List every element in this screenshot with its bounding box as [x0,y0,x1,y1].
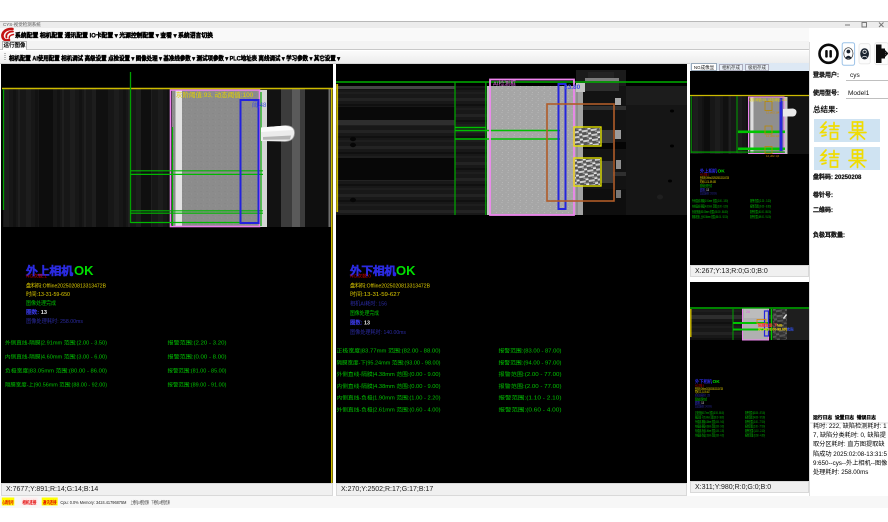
svg-text:内侧直线-隔膜|4.60mm 范围:(3.00 - 6.00: 内侧直线-隔膜|4.60mm 范围:(3.00 - 6.00) [692,203,728,208]
svg-text:报警范围:(2.00 - 77.00): 报警范围:(2.00 - 77.00) [499,370,562,378]
svg-text:正极宽度|83.77mm 范围:(82.00 - 88.00: 正极宽度|83.77mm 范围:(82.00 - 88.00) [337,347,441,355]
svg-text:上相机|U相检结果: 上相机|U相检结果 [131,499,150,506]
svg-text:12,d60.1|4: 12,d60.1|4 [766,134,780,138]
svg-text:盘料码:Offline2025020813313472B: 盘料码:Offline2025020813313472B [350,281,430,289]
svg-text:报警范围:(89.00 - 91.00): 报警范围:(89.00 - 91.00) [750,214,771,219]
svg-text:外侧直线-隔膜|4.38mm 范围:(0.00 - 9.00: 外侧直线-隔膜|4.38mm 范围:(0.00 - 9.00) [337,370,441,378]
svg-text:正极宽度|83.77mm 范围:(82.00 - 88.00: 正极宽度|83.77mm 范围:(82.00 - 88.00) [695,410,724,415]
svg-text:OK: OK [74,263,94,278]
svg-text:图像处理耗时: 140.00ms: 图像处理耗时: 140.00ms [350,328,406,336]
svg-text:报警范围:(1.10 - 2.10): 报警范围:(1.10 - 2.10) [745,428,765,433]
svg-text:总结果:: 总结果: [813,104,838,114]
svg-text:内侧直线-隔膜|4.60mm 范围:(3.00 - 6.00: 内侧直线-隔膜|4.60mm 范围:(3.00 - 6.00) [5,353,107,361]
svg-text:报警范围:(2.00 - 77.00): 报警范围:(2.00 - 77.00) [499,382,562,390]
svg-text:算法处理耗时: 206.03ms: 算法处理耗时: 206.03ms [700,191,717,196]
svg-text:报警范围:(94.00 - 97.00): 报警范围:(94.00 - 97.00) [745,415,765,420]
svg-text:图像处理完成: 图像处理完成 [350,309,379,317]
svg-text:内侧直线-隔膜|4.38mm 范围:(0.00 - 9.00: 内侧直线-隔膜|4.38mm 范围:(0.00 - 9.00) [337,382,441,390]
svg-text:OK: OK [396,263,416,278]
svg-text:OK: OK [713,379,721,385]
svg-text:内侧直线-负极|1.90mm 范围:(1.00 - 2.20: 内侧直线-负极|1.90mm 范围:(1.00 - 2.20) [695,428,724,433]
svg-text:盘料码: 20250208: 盘料码: 20250208 [813,173,862,181]
svg-text:相机AI耗时: 156: 相机AI耗时: 156 [350,300,387,308]
svg-text:算法处理耗时: 140.00ms: 算法处理耗时: 140.00ms [695,404,712,409]
svg-text:92.94(93.00-98.00)实际: 92.94(93.00-98.00)实际 [758,327,794,332]
svg-text:隔膜宽度-上|90.56mm 范围:(88.00 - 92.: 隔膜宽度-上|90.56mm 范围:(88.00 - 92.00) [692,214,728,219]
svg-text:12,d63.1|4: 12,d63.1|4 [766,111,780,115]
svg-text:隔膜宽度-下|95.24mm 范围:(93.00 - 98.: 隔膜宽度-下|95.24mm 范围:(93.00 - 98.00) [695,415,724,420]
svg-text:报警范围:(2.00 - 77.00): 报警范围:(2.00 - 77.00) [745,419,765,424]
svg-text:负极宽度|83.05mm 范围:(80.00 - 86.00: 负极宽度|83.05mm 范围:(80.00 - 86.00) [5,367,107,375]
svg-text:图像处理耗时: 258.00ms: 图像处理耗时: 258.00ms [26,317,83,325]
svg-text:AI检测框: AI检测框 [493,80,516,88]
svg-text:报警范围:(83.00 - 87.00): 报警范围:(83.00 - 87.00) [499,347,562,355]
svg-text:报警范围:(0.00 - 8.00): 报警范围:(0.00 - 8.00) [168,353,227,361]
svg-text:内侧直线-隔膜|4.38mm 范围:(0.00 - 9.00: 内侧直线-隔膜|4.38mm 范围:(0.00 - 9.00) [695,424,724,429]
svg-text:报警范围:(89.00 - 91.00): 报警范围:(89.00 - 91.00) [168,381,227,389]
svg-text:NG次数:1: NG次数:1 [26,273,47,280]
svg-text:运行日志 设置日志 错误日志: 运行日志 设置日志 错误日志 [813,414,876,421]
svg-text:负极宽度|83.05mm 范围:(80.00 - 86.00: 负极宽度|83.05mm 范围:(80.00 - 86.00) [692,209,728,214]
svg-text:报警范围:(0.60 - 4.00): 报警范围:(0.60 - 4.00) [499,405,562,413]
svg-text:心跳信号: 心跳信号 [2,499,14,506]
svg-text:系统配置 相机配置 通讯配置 IO卡配置 ▾ 光源控: 系统配置 相机配置 通讯配置 IO卡配置 ▾ 光源控制配置 ▾ 查看 ▾ 系统语… [15,32,214,40]
svg-text:Cpu: 0.0% Memory: 3424.4179687: Cpu: 0.0% Memory: 3424.41796875M [60,500,126,506]
svg-text:相机配置 AI使用配置 相机调试 高级设置 点检设置: 相机配置 AI使用配置 相机调试 高级设置 点检设置 ▾ 图像处理 ▾ 基准线参… [9,55,341,63]
svg-text:隔膜宽度-下|95.24mm 范围:(93.00 - 98.: 隔膜宽度-下|95.24mm 范围:(93.00 - 98.00) [337,358,441,366]
svg-text:2#: 2# [746,310,750,314]
svg-text:Model1: Model1 [848,90,870,97]
svg-text:报警范围:(0.60 - 4.00): 报警范围:(0.60 - 4.00) [745,432,765,437]
svg-text:报警范围:(2.00 - 77.00): 报警范围:(2.00 - 77.00) [745,424,765,429]
svg-text:报警范围:(2.20 - 3.20): 报警范围:(2.20 - 3.20) [168,339,227,347]
svg-text:圈数: 13: 圈数: 13 [350,319,371,327]
svg-text:cys: cys [850,72,861,79]
svg-text:隔膜宽度-上|90.56mm 范围:(88.00 - 92.: 隔膜宽度-上|90.56mm 范围:(88.00 - 92.00) [5,381,107,389]
svg-text:报警范围:(94.00 - 97.00): 报警范围:(94.00 - 97.00) [499,358,562,366]
svg-text:12,d62.1|4: 12,d62.1|4 [766,154,780,158]
svg-text:外侧直线-负极|2.61mm 范围:(0.60 - 4.00: 外侧直线-负极|2.61mm 范围:(0.60 - 4.00) [337,405,441,413]
svg-text:时间:13-31-59-650: 时间:13-31-59-650 [26,290,70,298]
svg-text:时间:13-31-59-627: 时间:13-31-59-627 [350,290,400,298]
svg-text:登录用户:: 登录用户: [812,71,839,79]
svg-text:盘料码:Offline2025020813313472B: 盘料码:Offline2025020813313472B [26,281,106,289]
svg-text:下相机|U相检结果: 下相机|U相检结果 [151,499,170,506]
svg-text:卷针号:: 卷针号: [812,191,833,199]
svg-text:报警范围:(0.00 - 8.00): 报警范围:(0.00 - 8.00) [750,203,771,208]
svg-text:圈数: 13: 圈数: 13 [26,308,48,316]
svg-text:外侧直线-隔膜|2.91mm 范围:(2.00 - 3.50: 外侧直线-隔膜|2.91mm 范围:(2.00 - 3.50) [692,198,728,203]
svg-text:NG次数:0: NG次数:0 [350,273,371,280]
svg-text:报警范围:(2.20 - 3.20): 报警范围:(2.20 - 3.20) [750,198,771,203]
svg-text:外侧直线-隔膜|2.91mm 范围:(2.00 - 3.50: 外侧直线-隔膜|2.91mm 范围:(2.00 - 3.50) [5,339,107,347]
svg-text:灰阶阈值:93, 动态阈值:100: 灰阶阈值:93, 动态阈值:100 [749,97,787,102]
svg-text:内侧直线-负极|1.90mm 范围:(1.00 - 2.20: 内侧直线-负极|1.90mm 范围:(1.00 - 2.20) [337,394,441,402]
svg-text:报警范围:(1.10 - 2.10): 报警范围:(1.10 - 2.10) [499,394,562,402]
svg-text:通讯连接: 通讯连接 [43,499,57,506]
svg-text:二维码:: 二维码: [813,206,833,214]
svg-text:报警范围:(81.00 - 85.00): 报警范围:(81.00 - 85.00) [750,209,771,214]
svg-text:图像处理完成: 图像处理完成 [26,299,56,307]
svg-text:外侧直线-负极|2.61mm 范围:(0.60 - 4.00: 外侧直线-负极|2.61mm 范围:(0.60 - 4.00) [695,432,724,437]
svg-text:使用型号:: 使用型号: [812,89,839,97]
svg-text:灰阶阈值:93, 动态阈值:100: 灰阶阈值:93, 动态阈值:100 [176,90,254,99]
svg-text:阈,48: 阈,48 [252,101,267,109]
svg-text:报警范围:(83.00 - 87.00): 报警范围:(83.00 - 87.00) [745,410,765,415]
svg-text:负极耳数量:: 负极耳数量: [813,231,845,239]
svg-text:外侧直线-隔膜|4.38mm 范围:(0.00 - 9.00: 外侧直线-隔膜|4.38mm 范围:(0.00 - 9.00) [695,419,724,424]
svg-text:OK: OK [718,169,726,175]
svg-text:报警范围:(81.00 - 85.00): 报警范围:(81.00 - 85.00) [168,367,227,375]
svg-text:相机连接: 相机连接 [22,499,36,506]
svg-text:23.80: 23.80 [564,84,581,91]
